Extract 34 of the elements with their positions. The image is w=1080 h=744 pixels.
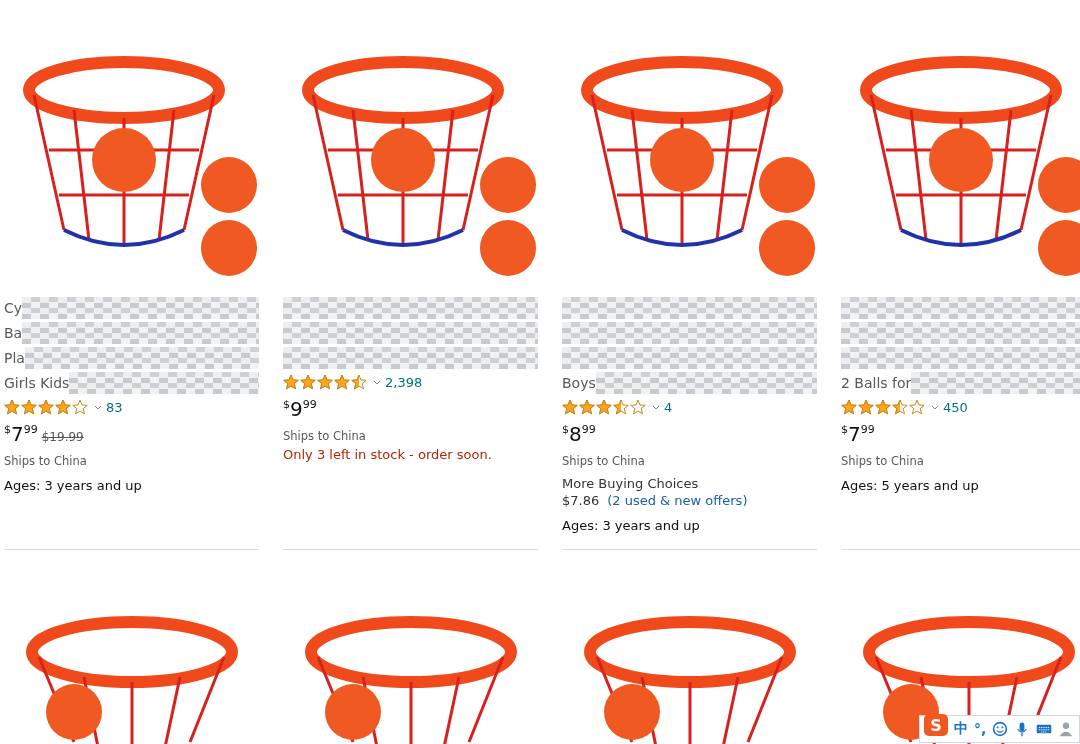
person-icon[interactable] (1058, 721, 1075, 737)
price[interactable]: $^{$}$8$^{99}$ (562, 424, 596, 444)
list-price: $19.99 (41, 430, 84, 444)
chevron-down-icon[interactable] (652, 404, 660, 410)
stock-warning: Only 3 left in stock - order soon. (283, 447, 493, 462)
offer-price: $7.86 (562, 493, 600, 508)
product-title[interactable]: 2 Balls for (841, 374, 912, 391)
rating-count-link[interactable]: 4 (664, 399, 673, 415)
product-title[interactable]: Boys (562, 374, 596, 391)
price[interactable]: $^{$}$7$^{99}$ (841, 424, 875, 444)
rating-count-link[interactable]: 2,398 (385, 374, 423, 390)
shipping-note: Ships to China (4, 454, 88, 468)
price[interactable]: $^{$}$9$^{99}$ (283, 399, 317, 419)
product-title[interactable]: Ba (4, 324, 23, 341)
shipping-note: Ships to China (283, 429, 367, 443)
age-range: Ages: 3 years and up (4, 478, 143, 493)
chevron-down-icon[interactable] (931, 404, 939, 410)
shipping-note: Ships to China (562, 454, 646, 468)
offers-link[interactable]: (2 used & new offers) (607, 493, 748, 508)
rating-count-link[interactable]: 83 (106, 399, 123, 415)
language-toggle[interactable]: 中 (954, 720, 968, 738)
product-title[interactable]: Cy (4, 299, 23, 316)
age-range: Ages: 5 years and up (841, 478, 980, 493)
product-title[interactable]: Girls Kids (4, 374, 70, 391)
smiley-icon[interactable] (992, 721, 1009, 737)
shipping-note: Ships to China (841, 454, 925, 468)
chevron-down-icon[interactable] (94, 404, 102, 410)
product-title[interactable]: Pla (4, 349, 25, 366)
rating-count-link[interactable]: 450 (943, 399, 968, 415)
chevron-down-icon[interactable] (373, 379, 381, 385)
age-range: Ages: 3 years and up (562, 518, 701, 533)
punctuation-toggle[interactable]: °, (974, 721, 987, 737)
price[interactable]: $^{$}$7$^{99}$ (4, 424, 38, 444)
more-buying-label: More Buying Choices (562, 476, 700, 491)
